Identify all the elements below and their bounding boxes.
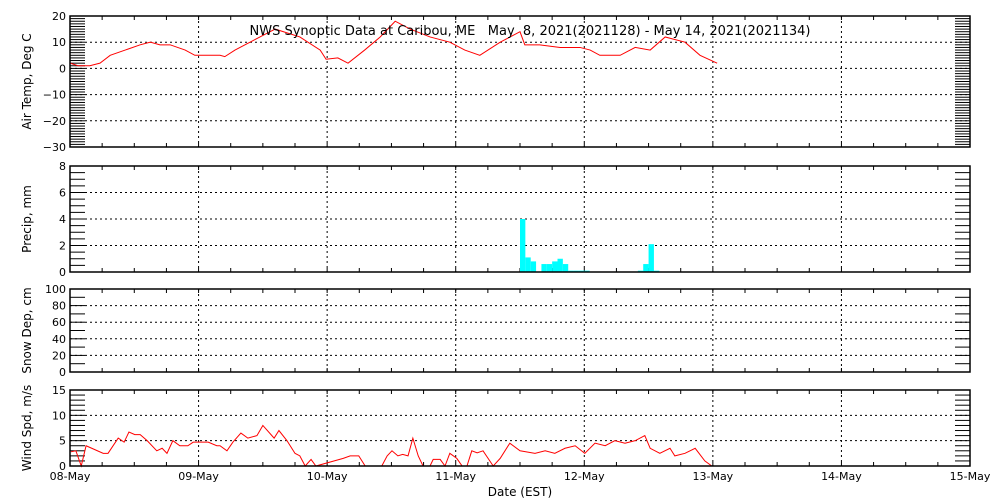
y-tick-label: 60 (52, 316, 66, 329)
y-tick-label: −10 (43, 89, 66, 102)
y-tick-label: 4 (59, 213, 66, 226)
x-tick-label: 11-May (435, 470, 476, 483)
x-tick-label: 09-May (178, 470, 219, 483)
y-tick-label: 20 (52, 10, 66, 23)
y-tick-label: 6 (59, 187, 66, 200)
y-tick-label: 80 (52, 300, 66, 313)
precip-bar (525, 257, 531, 272)
y-tick-label: 8 (59, 160, 66, 173)
x-tick-label: 10-May (307, 470, 348, 483)
y-tick-label: 10 (52, 409, 66, 422)
precip-bar (546, 264, 553, 272)
precip-bar (552, 261, 558, 272)
x-axis-label: Date (EST) (488, 485, 552, 499)
y-tick-label: 20 (52, 349, 66, 362)
chart-container: Date (EST) 20 10 0 −10 −20 −30 Air Temp, Deg C… (0, 0, 1000, 500)
chart-title: NWS Synoptic Data at Caribou, ME May 8, … (250, 24, 811, 39)
x-tick-label: 15-May (950, 470, 991, 483)
y-tick-label: 10 (52, 36, 66, 49)
y-axis-label: Wind Spd, m/s (20, 385, 34, 471)
y-tick-label: −30 (43, 141, 66, 154)
x-tick-label: 08-May (50, 470, 91, 483)
precip-bar (562, 264, 569, 272)
precip-bar (520, 219, 526, 272)
y-tick-label: 5 (59, 435, 66, 448)
weather-chart: Date (EST) 20100−10−20−30Air Temp, Deg C… (20, 10, 991, 499)
precip-bar (557, 258, 563, 272)
y-tick-label: 100 (45, 283, 66, 296)
y-tick-label: 0 (59, 366, 66, 379)
precip-bar (648, 244, 654, 272)
wind-speed-plot-frame (69, 389, 971, 467)
y-tick-label: 2 (59, 240, 66, 253)
x-tick-label: 13-May (692, 470, 733, 483)
precip-bar (541, 264, 547, 272)
x-tick-label: 14-May (821, 470, 862, 483)
precip-bar (530, 261, 537, 272)
wind-speed-line (70, 424, 713, 468)
y-tick-label: 40 (52, 333, 66, 346)
precip-bar (643, 264, 649, 272)
y-tick-label: −20 (43, 115, 66, 128)
y-axis-label: Air Temp, Deg C (20, 33, 34, 129)
snow-depth-plot-frame (69, 288, 971, 373)
y-axis-label: Snow Dep, cm (20, 287, 34, 373)
y-tick-label: 0 (59, 62, 66, 75)
y-axis-label: Precip, mm (20, 185, 34, 253)
x-tick-label: 12-May (564, 470, 605, 483)
y-tick-label: 15 (52, 384, 66, 397)
y-tick-label: 0 (59, 266, 66, 279)
